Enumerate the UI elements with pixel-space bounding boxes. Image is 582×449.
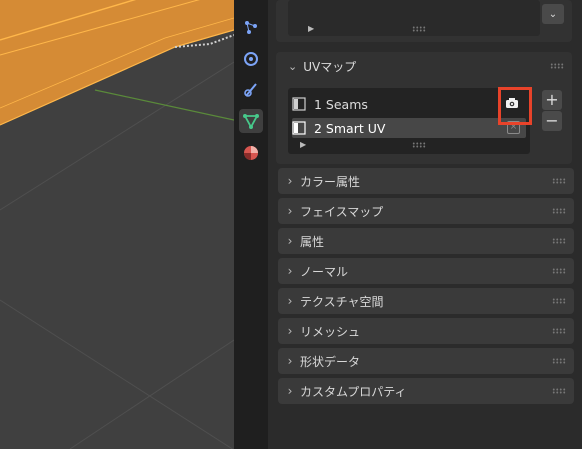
panel-drag-grip[interactable] [552, 238, 566, 244]
tab-particles[interactable] [239, 15, 263, 39]
uv-maps-title: UVマップ [303, 59, 357, 74]
panel-drag-grip[interactable] [550, 63, 564, 69]
viewport-scene [0, 0, 234, 449]
highlight-box [498, 87, 532, 125]
remove-uv-map-button[interactable]: − [542, 111, 562, 131]
panel-title: リメッシュ [300, 324, 361, 339]
uv-map-list: 1 Seams 2 Smart UV × ▶ [288, 88, 530, 154]
uv-maps-header[interactable]: ⌄ UVマップ [276, 52, 572, 80]
uv-map-item[interactable]: 1 Seams [292, 94, 526, 114]
chevron-down-icon: ⌄ [548, 8, 558, 20]
chevron-right-icon: › [287, 234, 293, 248]
panel-drag-grip[interactable] [552, 328, 566, 334]
panel-title: フェイスマップ [300, 204, 384, 219]
panel-header-remesh[interactable]: › リメッシュ [278, 318, 574, 344]
panel-header-attributes[interactable]: › 属性 [278, 228, 574, 254]
list-resize-grip[interactable] [412, 26, 426, 32]
tab-constraints[interactable] [239, 78, 263, 102]
panel-drag-grip[interactable] [552, 268, 566, 274]
panel-header-face-maps[interactable]: › フェイスマップ [278, 198, 574, 224]
tab-material[interactable] [239, 141, 263, 165]
panel-drag-grip[interactable] [552, 178, 566, 184]
panel-title: テクスチャ空間 [300, 294, 384, 309]
uv-map-item-selected[interactable]: 2 Smart UV × [292, 118, 526, 138]
list-resize-grip[interactable] [412, 142, 426, 148]
list-expand-arrow-icon[interactable]: ▶ [300, 140, 306, 149]
chevron-right-icon: › [287, 264, 293, 278]
add-uv-map-button[interactable]: + [542, 90, 562, 110]
chevron-down-icon: ⌄ [288, 59, 298, 73]
specials-menu-button[interactable]: ⌄ [542, 4, 564, 24]
panel-drag-grip[interactable] [552, 358, 566, 364]
physics-icon [244, 52, 258, 66]
previous-panel-list: ▶ ⌄ [276, 0, 572, 42]
chevron-right-icon: › [287, 174, 293, 188]
panel-title: カラー属性 [300, 174, 361, 189]
uv-map-icon [292, 121, 306, 135]
list-expand-arrow-icon[interactable]: ▶ [308, 24, 314, 33]
uv-map-name: 1 Seams [314, 96, 368, 112]
previous-list-area: ▶ [288, 0, 540, 36]
uv-map-name: 2 Smart UV [314, 120, 386, 136]
mesh-data-icon [243, 114, 259, 129]
3d-viewport[interactable] [0, 0, 234, 449]
properties-tabs [234, 0, 268, 449]
material-icon [244, 146, 258, 160]
panel-header-custom-properties[interactable]: › カスタムプロパティ [278, 378, 574, 404]
tab-physics[interactable] [239, 47, 263, 71]
panel-title: カスタムプロパティ [300, 384, 407, 399]
tab-mesh-data[interactable] [239, 109, 263, 133]
panel-title: ノーマル [300, 264, 349, 279]
panel-header-shape-keys[interactable]: › 形状データ [278, 348, 574, 374]
particles-icon [245, 21, 257, 34]
panel-header-normals[interactable]: › ノーマル [278, 258, 574, 284]
panel-header-texture-space[interactable]: › テクスチャ空間 [278, 288, 574, 314]
panel-title: 属性 [300, 234, 325, 249]
chevron-right-icon: › [287, 384, 293, 398]
chevron-right-icon: › [287, 324, 293, 338]
panel-title: 形状データ [300, 354, 361, 369]
uv-map-icon [292, 97, 306, 111]
properties-panel: ▶ ⌄ ⌄ UVマップ 1 Seams 2 Smart UV × ▶ + − ›… [268, 0, 582, 449]
chevron-right-icon: › [287, 204, 293, 218]
constraints-icon [244, 83, 257, 97]
panel-drag-grip[interactable] [552, 298, 566, 304]
panel-drag-grip[interactable] [552, 388, 566, 394]
chevron-right-icon: › [287, 294, 293, 308]
chevron-right-icon: › [287, 354, 293, 368]
panel-header-color-attributes[interactable]: › カラー属性 [278, 168, 574, 194]
panel-drag-grip[interactable] [552, 208, 566, 214]
